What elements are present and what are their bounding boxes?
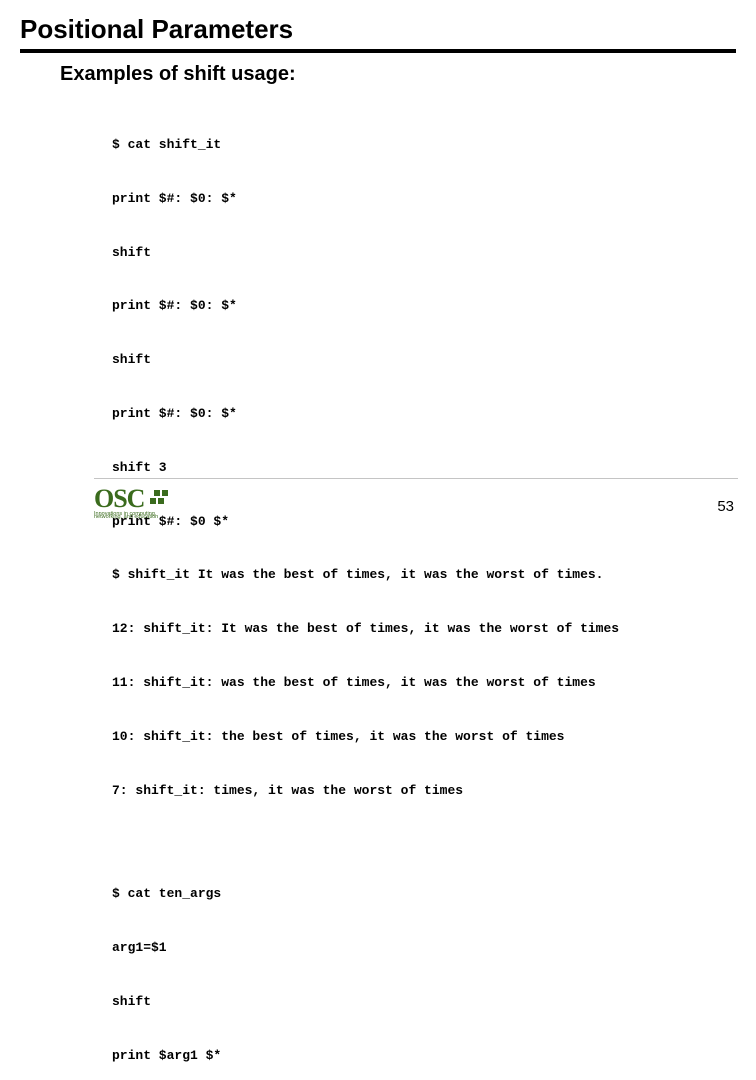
section-subtitle: Examples of shift usage: — [60, 63, 736, 86]
logo-squares-icon — [150, 488, 168, 510]
code-line: arg1=$1 — [112, 939, 736, 957]
slide: Positional Parameters Examples of shift … — [0, 0, 756, 540]
code-line: shift — [112, 351, 736, 369]
code-line: 11: shift_it: was the best of times, it … — [112, 674, 736, 692]
code-line: shift — [112, 993, 736, 1011]
code-line: print $#: $0: $* — [112, 297, 736, 315]
slide-footer: 53 OSC Innovations in computing, network… — [0, 478, 756, 540]
page-number: 53 — [717, 498, 734, 515]
code-line: $ cat ten_args — [112, 885, 736, 903]
logo-tagline-2: networking, and education — [94, 514, 168, 520]
spacer — [20, 835, 736, 849]
code-block-2: $ cat ten_args arg1=$1 shift print $arg1… — [112, 849, 736, 1080]
code-line: 7: shift_it: times, it was the worst of … — [112, 782, 736, 800]
code-line: print $#: $0: $* — [112, 405, 736, 423]
code-line: 10: shift_it: the best of times, it was … — [112, 728, 736, 746]
footer-rule — [94, 478, 738, 479]
code-line: 12: shift_it: It was the best of times, … — [112, 620, 736, 638]
page-title: Positional Parameters — [20, 14, 736, 53]
code-line: print $#: $0: $* — [112, 190, 736, 208]
code-line: $ cat shift_it — [112, 136, 736, 154]
code-line: shift 3 — [112, 459, 736, 477]
code-block-1: $ cat shift_it print $#: $0: $* shift pr… — [112, 100, 736, 835]
logo-letters: OSC — [94, 484, 144, 514]
logo-main: OSC — [94, 484, 168, 514]
code-line: $ shift_it It was the best of times, it … — [112, 566, 736, 584]
code-line: shift — [112, 244, 736, 262]
code-line: print $arg1 $* — [112, 1047, 736, 1065]
logo: OSC Innovations in computing, networking… — [94, 484, 168, 520]
